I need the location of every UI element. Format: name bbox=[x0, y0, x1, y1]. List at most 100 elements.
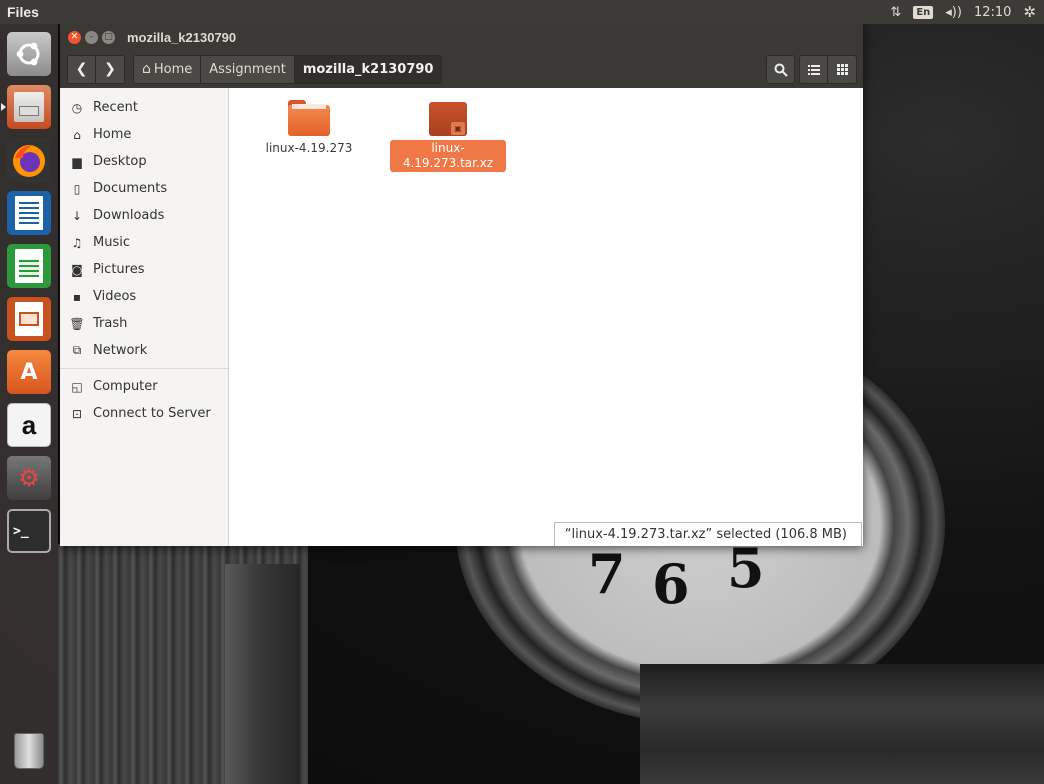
libreoffice-writer-icon bbox=[7, 191, 51, 235]
file-view[interactable]: linux-4.19.273 ▣ linux-4.19.273.tar.xz “… bbox=[229, 88, 863, 546]
wallpaper-post bbox=[225, 564, 300, 784]
files-window: ✕ – □ mozilla_k2130790 ❮ ❯ ⌂ Home Assignm… bbox=[60, 24, 863, 546]
sidebar-item-pictures[interactable]: ◙ Pictures bbox=[60, 256, 228, 283]
window-body: ◷ Recent ⌂ Home ▆ Desktop ▯ Documents ↓ Downl… bbox=[60, 88, 863, 546]
sidebar-item-trash[interactable]: 🗑︎ Trash bbox=[60, 310, 228, 337]
file-name: linux-4.19.273.tar.xz bbox=[390, 140, 506, 172]
network-transfer-icon[interactable]: ⇅ bbox=[890, 5, 901, 20]
files-launcher-button[interactable] bbox=[1, 83, 53, 131]
libreoffice-impress-icon bbox=[7, 297, 51, 341]
trash-can-icon bbox=[7, 729, 51, 773]
clock-numeral: 6 bbox=[652, 552, 690, 616]
places-sidebar: ◷ Recent ⌂ Home ▆ Desktop ▯ Documents ↓ Downl… bbox=[60, 88, 229, 546]
back-button[interactable]: ❮ bbox=[67, 54, 96, 84]
clock-icon: ◷ bbox=[71, 100, 83, 115]
settings-launcher-button[interactable]: ⚙ bbox=[5, 454, 53, 502]
sidebar-item-network[interactable]: ⧉ Network bbox=[60, 337, 228, 364]
archive-package-icon: ▣ bbox=[429, 100, 467, 136]
ubuntu-logo-icon bbox=[7, 32, 51, 76]
top-panel: Files ⇅ En ◂)) 12:10 ✲ bbox=[0, 0, 1044, 24]
list-view-button[interactable] bbox=[799, 55, 828, 84]
sidebar-item-music[interactable]: ♫ Music bbox=[60, 229, 228, 256]
impress-launcher-button[interactable] bbox=[5, 295, 53, 343]
file-cabinet-icon bbox=[7, 85, 51, 129]
file-item-archive[interactable]: ▣ linux-4.19.273.tar.xz bbox=[389, 100, 507, 172]
home-icon: ⌂ bbox=[73, 127, 81, 142]
toolbar-actions bbox=[766, 55, 857, 84]
file-item-folder[interactable]: linux-4.19.273 bbox=[250, 100, 368, 157]
sidebar-item-connect-to-server[interactable]: ⊡ Connect to Server bbox=[60, 400, 228, 427]
grid-view-button[interactable] bbox=[828, 55, 857, 84]
sidebar-item-label: Computer bbox=[93, 379, 158, 394]
sidebar-item-label: Trash bbox=[93, 316, 128, 331]
home-icon: ⌂ bbox=[142, 61, 151, 77]
firefox-launcher-button[interactable] bbox=[5, 136, 53, 184]
list-icon bbox=[807, 64, 820, 75]
clock-indicator[interactable]: 12:10 bbox=[974, 5, 1011, 20]
libreoffice-calc-icon bbox=[7, 244, 51, 288]
document-icon: ▯ bbox=[73, 181, 81, 196]
sidebar-item-computer[interactable]: ◱ Computer bbox=[60, 373, 228, 400]
sidebar-item-label: Home bbox=[93, 127, 132, 142]
minimize-window-button[interactable]: – bbox=[85, 30, 98, 44]
breadcrumb-home[interactable]: ⌂ Home bbox=[133, 54, 202, 84]
sidebar-item-recent[interactable]: ◷ Recent bbox=[60, 94, 228, 121]
indicator-area: ⇅ En ◂)) 12:10 ✲ bbox=[890, 3, 1036, 21]
folder-icon: ▆ bbox=[72, 154, 82, 169]
window-titlebar[interactable]: ✕ – □ mozilla_k2130790 bbox=[60, 24, 863, 50]
sidebar-item-label: Connect to Server bbox=[93, 406, 211, 421]
clock-numeral: 7 bbox=[588, 542, 626, 606]
breadcrumb-assignment[interactable]: Assignment bbox=[201, 54, 295, 84]
wrench-gear-icon: ⚙ bbox=[7, 456, 51, 500]
sidebar-item-label: Music bbox=[93, 235, 130, 250]
writer-launcher-button[interactable] bbox=[5, 189, 53, 237]
video-icon: ▪ bbox=[72, 289, 82, 304]
selection-status: “linux-4.19.273.tar.xz” selected (106.8 … bbox=[553, 522, 862, 546]
system-settings-gear-icon[interactable]: ✲ bbox=[1023, 3, 1036, 21]
calc-launcher-button[interactable] bbox=[5, 242, 53, 290]
close-window-button[interactable]: ✕ bbox=[68, 30, 81, 44]
breadcrumb-label: Home bbox=[153, 61, 193, 77]
sidebar-item-videos[interactable]: ▪ Videos bbox=[60, 283, 228, 310]
music-icon: ♫ bbox=[71, 235, 83, 250]
file-name: linux-4.19.273 bbox=[265, 141, 353, 155]
amazon-icon: a bbox=[7, 403, 51, 447]
grid-icon bbox=[836, 64, 848, 75]
trash-launcher-button[interactable] bbox=[5, 727, 53, 775]
maximize-window-button[interactable]: □ bbox=[102, 30, 115, 44]
breadcrumb: ⌂ Home Assignment mozilla_k2130790 bbox=[133, 54, 443, 84]
sidebar-item-label: Network bbox=[93, 343, 148, 358]
active-app-name: Files bbox=[7, 4, 39, 20]
folder-icon bbox=[288, 100, 330, 136]
forward-button[interactable]: ❯ bbox=[96, 54, 125, 84]
terminal-launcher-button[interactable]: >_ bbox=[5, 507, 53, 555]
ubuntu-dash-button[interactable] bbox=[5, 30, 53, 78]
sidebar-item-label: Pictures bbox=[93, 262, 145, 277]
server-icon: ⊡ bbox=[71, 406, 83, 421]
ubuntu-software-bag-icon: A bbox=[7, 350, 51, 394]
sidebar-item-downloads[interactable]: ↓ Downloads bbox=[60, 202, 228, 229]
sidebar-item-label: Downloads bbox=[93, 208, 165, 223]
search-button[interactable] bbox=[766, 55, 795, 84]
keyboard-layout-indicator[interactable]: En bbox=[913, 5, 934, 19]
sidebar-item-label: Videos bbox=[93, 289, 137, 304]
trash-icon: 🗑︎ bbox=[69, 316, 85, 331]
wallpaper-plank bbox=[640, 664, 1044, 784]
view-toggle bbox=[799, 55, 857, 84]
sidebar-item-documents[interactable]: ▯ Documents bbox=[60, 175, 228, 202]
download-icon: ↓ bbox=[71, 208, 83, 223]
sidebar-item-desktop[interactable]: ▆ Desktop bbox=[60, 148, 228, 175]
sidebar-item-label: Desktop bbox=[93, 154, 147, 169]
amazon-launcher-button[interactable]: a bbox=[5, 401, 53, 449]
sidebar-divider bbox=[60, 368, 228, 369]
terminal-icon: >_ bbox=[7, 509, 51, 553]
sidebar-item-label: Recent bbox=[93, 100, 138, 115]
sidebar-item-home[interactable]: ⌂ Home bbox=[60, 121, 228, 148]
network-icon: ⧉ bbox=[72, 343, 82, 357]
active-indicator bbox=[1, 103, 6, 111]
volume-icon[interactable]: ◂)) bbox=[945, 5, 962, 20]
breadcrumb-current-folder[interactable]: mozilla_k2130790 bbox=[294, 54, 443, 84]
launcher: A a ⚙ >_ bbox=[0, 24, 58, 784]
software-launcher-button[interactable]: A bbox=[5, 348, 53, 396]
camera-icon: ◙ bbox=[71, 262, 83, 277]
